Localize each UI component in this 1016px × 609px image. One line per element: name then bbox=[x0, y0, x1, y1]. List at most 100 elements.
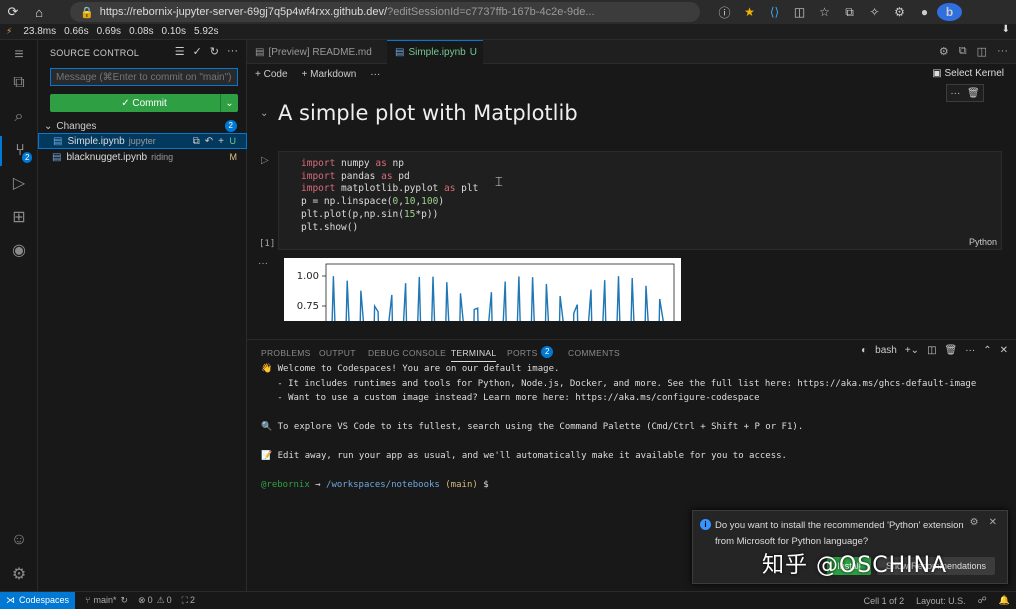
extensions-icon[interactable]: ⊞ bbox=[0, 202, 38, 232]
bing-icon[interactable]: b bbox=[937, 3, 962, 21]
error-count[interactable]: 0 bbox=[148, 595, 153, 605]
tab-output[interactable]: OUTPUT bbox=[319, 348, 356, 358]
file-name: blacknugget.ipynb bbox=[66, 151, 148, 163]
explorer-icon[interactable]: ⧉ bbox=[0, 68, 38, 98]
execution-count: [1] bbox=[259, 239, 276, 249]
open-changes-icon[interactable]: ⧉ bbox=[959, 45, 967, 58]
run-debug-icon[interactable]: ▷ bbox=[0, 168, 38, 198]
plot-output: 1.00 0.75 bbox=[284, 258, 681, 321]
favorite-star-icon[interactable]: ★ bbox=[737, 5, 762, 19]
vscode-icon[interactable]: ⟨⟩ bbox=[762, 5, 787, 19]
favorites-icon[interactable]: ☆ bbox=[812, 5, 837, 19]
keyboard-layout[interactable]: Layout: U.S. bbox=[916, 596, 966, 606]
home-icon[interactable]: ⌂ bbox=[26, 5, 52, 20]
notifications-bell-icon[interactable]: 🔔 bbox=[999, 595, 1010, 606]
panel-toolbar: ◐ bash +⌄ ◫ 🗑 ··· ⌃ ✕ bbox=[861, 345, 1008, 356]
commit-label: ✓ Commit bbox=[121, 97, 167, 109]
profile-icon[interactable]: ● bbox=[912, 5, 937, 19]
close-panel-icon[interactable]: ✕ bbox=[1000, 345, 1008, 356]
split-terminal-icon[interactable]: ◫ bbox=[927, 345, 936, 356]
refresh-icon[interactable]: ⟳ bbox=[0, 4, 26, 20]
refresh-icon[interactable]: ↻ bbox=[210, 45, 219, 58]
ports-count[interactable]: 2 bbox=[190, 595, 195, 605]
cell-indicator[interactable]: Cell 1 of 2 bbox=[864, 596, 905, 606]
feedback-icon[interactable]: ☍ bbox=[978, 595, 987, 606]
shell-name[interactable]: bash bbox=[875, 345, 897, 356]
select-kernel-button[interactable]: ▣ Select Kernel bbox=[932, 68, 1004, 79]
sync-icon[interactable]: ↻ bbox=[120, 595, 128, 606]
discard-icon[interactable]: ↶ bbox=[205, 136, 213, 147]
changed-file-blacknugget[interactable]: ▤ blacknugget.ipynb riding M bbox=[38, 149, 247, 165]
commit-check-icon[interactable]: ✓ bbox=[193, 45, 202, 58]
more-icon[interactable]: ··· bbox=[370, 69, 380, 80]
editor-tabs: ▤ [Preview] README.md ▤ Simple.ipynb U ⚙… bbox=[247, 40, 1016, 64]
tab-terminal[interactable]: TERMINAL bbox=[451, 348, 497, 362]
more-icon[interactable]: ··· bbox=[965, 345, 975, 356]
file-status: U bbox=[229, 136, 237, 146]
terminal-output[interactable]: 👋 Welcome to Codespaces! You are on our … bbox=[261, 362, 976, 493]
collections-icon[interactable]: ⧉ bbox=[837, 5, 862, 20]
more-icon[interactable]: ··· bbox=[950, 88, 960, 99]
code-editor[interactable]: import numpy as np import pandas as pd i… bbox=[301, 158, 478, 234]
settings-gear-icon[interactable]: ⚙ bbox=[970, 517, 979, 528]
search-icon[interactable]: ⌕ bbox=[0, 102, 38, 132]
add-code-button[interactable]: + Code bbox=[255, 69, 288, 80]
tab-debug-console[interactable]: DEBUG CONSOLE bbox=[368, 348, 446, 358]
maximize-panel-icon[interactable]: ⌃ bbox=[983, 345, 991, 356]
chevron-down-icon: ⌄ bbox=[44, 120, 53, 132]
download-icon[interactable]: ⬇ bbox=[1002, 24, 1010, 35]
remote-indicator[interactable]: ⋊ Codespaces bbox=[0, 591, 76, 609]
kill-terminal-icon[interactable]: 🗑 bbox=[945, 345, 958, 356]
github-icon[interactable]: ◉ bbox=[0, 235, 38, 265]
tab-readme-preview[interactable]: ▤ [Preview] README.md bbox=[247, 40, 387, 64]
account-icon[interactable]: ☺ bbox=[0, 525, 38, 555]
settings-gear-icon[interactable]: ⚙ bbox=[0, 559, 38, 589]
tab-problems[interactable]: PROBLEMS bbox=[261, 348, 311, 358]
notebook-file-icon: ▤ bbox=[53, 135, 63, 147]
tab-simple-ipynb[interactable]: ▤ Simple.ipynb U bbox=[387, 40, 483, 64]
editor-actions: ⚙ ⧉ ◫ ··· bbox=[939, 45, 1008, 58]
delete-icon[interactable]: 🗑 bbox=[967, 88, 980, 99]
perf-item: 0.10s bbox=[161, 26, 186, 37]
output-more-icon[interactable]: ··· bbox=[258, 258, 268, 269]
split-editor-icon[interactable]: ◫ bbox=[977, 45, 987, 58]
settings-gear-icon[interactable]: ⚙ bbox=[939, 45, 949, 58]
new-terminal-icon[interactable]: +⌄ bbox=[905, 345, 919, 356]
tab-suffix: U bbox=[469, 47, 477, 58]
commit-message-input[interactable] bbox=[50, 68, 238, 86]
warning-count[interactable]: 0 bbox=[167, 595, 172, 605]
info-icon[interactable]: ⓘ bbox=[712, 4, 737, 21]
prompt-arrow: → bbox=[315, 480, 321, 490]
changes-header[interactable]: ⌄ Changes 2 bbox=[38, 118, 247, 134]
split-screen-icon[interactable]: ◫ bbox=[787, 5, 812, 19]
view-as-tree-icon[interactable]: ☰ bbox=[175, 45, 185, 58]
tab-comments[interactable]: COMMENTS bbox=[568, 348, 620, 358]
magnifier-icon: 🔍 bbox=[261, 422, 273, 432]
commit-button[interactable]: ✓ Commit ⌄ bbox=[50, 94, 238, 112]
open-file-icon[interactable]: ⧉ bbox=[193, 136, 200, 147]
cell-language[interactable]: Python bbox=[969, 237, 997, 247]
extension-icon[interactable]: ✧ bbox=[862, 5, 887, 19]
add-markdown-button[interactable]: + Markdown bbox=[302, 69, 357, 80]
wave-icon: 👋 bbox=[261, 364, 273, 374]
activity-bar: ≡ ⧉ ⌕ ⑂ 2 ▷ ⊞ ◉ ☺ ⚙ bbox=[0, 40, 38, 591]
close-icon[interactable]: ✕ bbox=[989, 517, 997, 528]
run-cell-icon[interactable]: ▷ bbox=[261, 155, 269, 166]
terminal-line: - Want to use a custom image instead? Le… bbox=[261, 393, 760, 403]
changes-label: Changes bbox=[56, 120, 97, 132]
changed-file-simple[interactable]: ▤ Simple.ipynb jupyter ⧉ ↶ + U bbox=[38, 133, 247, 149]
extensions-icon[interactable]: ⚙ bbox=[887, 5, 912, 19]
prompt-branch: (main) bbox=[445, 480, 478, 490]
remote-icon: ⋊ bbox=[6, 594, 15, 605]
collapse-chevron-icon[interactable]: ⌄ bbox=[260, 108, 268, 119]
more-icon[interactable]: ··· bbox=[997, 45, 1008, 58]
tab-ports[interactable]: PORTS bbox=[507, 348, 538, 358]
stage-icon[interactable]: + bbox=[218, 136, 224, 147]
code-cell[interactable]: import numpy as np import pandas as pd i… bbox=[278, 151, 1002, 250]
branch-status[interactable]: main* bbox=[93, 595, 116, 605]
chevron-down-icon[interactable]: ⌄ bbox=[220, 94, 238, 112]
address-bar[interactable]: 🔒 https://rebornix-jupyter-server-69gj7q… bbox=[70, 2, 700, 22]
source-control-icon[interactable]: ⑂ 2 bbox=[0, 136, 38, 166]
more-icon[interactable]: ··· bbox=[227, 45, 238, 58]
menu-icon[interactable]: ≡ bbox=[0, 40, 38, 70]
